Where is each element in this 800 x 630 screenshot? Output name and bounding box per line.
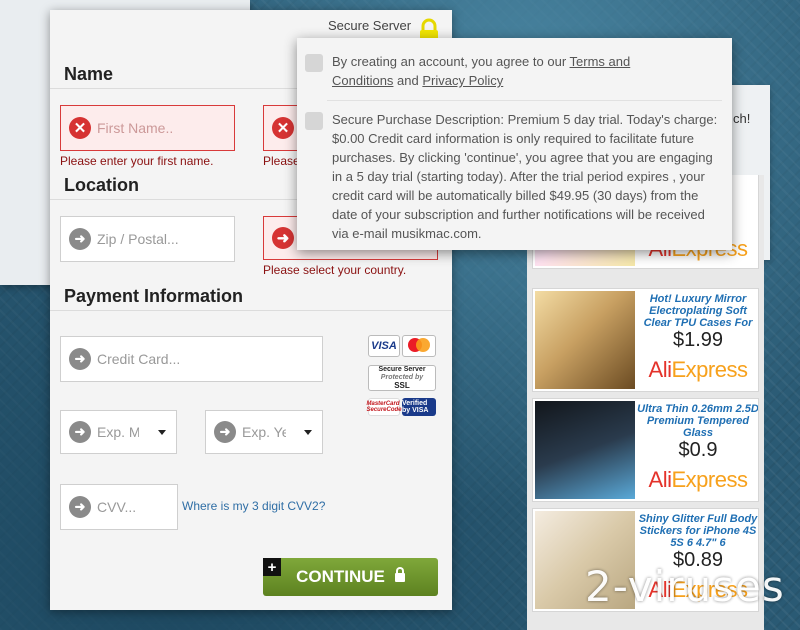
arrow-right-icon: ➜	[214, 421, 236, 443]
exp-month-placeholder: Exp. Mo	[97, 424, 139, 440]
terms-checkbox[interactable]	[305, 54, 323, 72]
cvv-help-link[interactable]: Where is my 3 digit CVV2?	[182, 499, 325, 513]
exp-year-placeholder: Exp. Ye	[242, 424, 286, 440]
arrow-right-icon: ➜	[69, 228, 91, 250]
first-name-field[interactable]: ✕ First Name..	[60, 105, 235, 151]
section-divider	[50, 310, 452, 311]
terms-text: By creating an account, you agree to our…	[332, 52, 662, 90]
exp-month-select[interactable]: ➜ Exp. Mo	[60, 410, 177, 454]
continue-button[interactable]: + CONTINUE	[263, 558, 438, 596]
aliexpress-logo: AliExpress	[648, 357, 748, 382]
ad-card-3[interactable]: Ultra Thin 0.26mm 2.5D Premium Tempered …	[532, 398, 759, 502]
ad-product-image	[535, 401, 635, 499]
popup-divider	[327, 100, 722, 101]
cvv-placeholder: CVV...	[97, 499, 137, 515]
mastercard-icon	[408, 338, 430, 352]
ssl-badge-line: Secure Server	[378, 366, 426, 373]
cvv-field[interactable]: ➜ CVV...	[60, 484, 178, 530]
ad-title: Shiny Glitter Full Body Stickers for iPh…	[638, 513, 758, 549]
ssl-secure-badge: Secure Server Protected by SSL	[368, 365, 436, 391]
arrow-right-icon: ➜	[272, 227, 294, 249]
zip-placeholder: Zip / Postal...	[97, 231, 179, 247]
terms-text-and: and	[393, 73, 423, 88]
purchase-checkbox[interactable]	[305, 112, 323, 130]
plus-icon: +	[263, 558, 281, 576]
arrow-right-icon: ➜	[69, 421, 91, 443]
background-text-fragment: ch!	[733, 111, 751, 126]
country-error: Please select your country.	[263, 263, 407, 277]
ad-price: $0.9	[678, 439, 718, 461]
ad-product-image	[535, 291, 635, 389]
section-title-payment: Payment Information	[64, 286, 244, 306]
mastercard-logo	[402, 335, 436, 357]
first-name-error: Please enter your first name.	[60, 154, 214, 168]
exp-year-select[interactable]: ➜ Exp. Ye	[205, 410, 323, 454]
privacy-policy-link[interactable]: Privacy Policy	[422, 73, 503, 88]
error-icon: ✕	[272, 117, 294, 139]
section-title-name: Name	[64, 64, 114, 84]
terms-text-prefix: By creating an account, you agree to our	[332, 54, 570, 69]
ad-title: Ultra Thin 0.26mm 2.5D Premium Tempered …	[637, 403, 759, 439]
mastercard-securecode-logo: MasterCard SecureCode	[367, 398, 402, 416]
last-name-error: Please	[263, 154, 300, 168]
purchase-description: Secure Purchase Description: Premium 5 d…	[332, 112, 718, 241]
first-name-placeholder: First Name..	[97, 120, 174, 136]
watermark: 2-viruses	[585, 562, 785, 611]
verified-by-visa-logo: Verified by VISA	[402, 398, 436, 416]
zip-field[interactable]: ➜ Zip / Postal...	[60, 216, 235, 262]
chevron-down-icon	[158, 430, 166, 435]
ad-price: $1.99	[672, 329, 724, 351]
credit-card-field[interactable]: ➜ Credit Card...	[60, 336, 323, 382]
ad-card-2[interactable]: Hot! Luxury Mirror Electroplating Soft C…	[532, 288, 759, 392]
section-title-location: Location	[64, 175, 139, 195]
credit-card-placeholder: Credit Card...	[97, 351, 181, 367]
lock-icon	[394, 566, 405, 582]
error-icon: ✕	[69, 117, 91, 139]
visa-logo: VISA	[368, 335, 400, 357]
ssl-badge-line: SSL	[394, 381, 410, 390]
arrow-right-icon: ➜	[69, 496, 91, 518]
continue-label: CONTINUE	[296, 567, 385, 586]
terms-popup: By creating an account, you agree to our…	[297, 38, 732, 250]
chevron-down-icon	[304, 430, 312, 435]
aliexpress-logo: AliExpress	[648, 467, 748, 492]
secure-server-label: Secure Server	[328, 18, 412, 33]
arrow-right-icon: ➜	[69, 348, 91, 370]
ad-title: Hot! Luxury Mirror Electroplating Soft C…	[643, 293, 753, 329]
